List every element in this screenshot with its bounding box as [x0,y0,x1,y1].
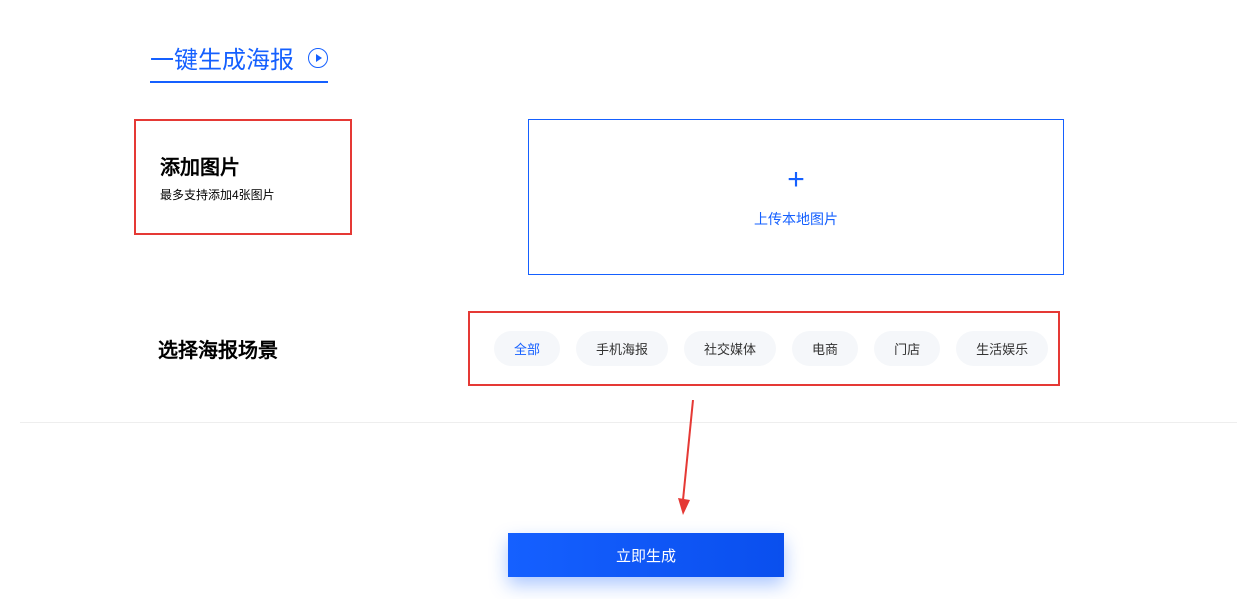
page-title-text: 一键生成海报 [150,40,294,75]
page-title-link[interactable]: 一键生成海报 [150,40,328,83]
scene-tab-social-media[interactable]: 社交媒体 [684,331,776,366]
scene-tab-entertainment[interactable]: 生活娱乐 [956,331,1048,366]
add-image-title: 添加图片 [160,151,326,180]
upload-local-image-button[interactable]: + 上传本地图片 [528,119,1064,275]
scene-tab-ecommerce[interactable]: 电商 [792,331,858,366]
scene-tab-store[interactable]: 门店 [874,331,940,366]
scene-tab-all[interactable]: 全部 [494,331,560,366]
play-circle-icon [308,48,328,68]
add-image-panel: 添加图片 最多支持添加4张图片 [134,119,352,235]
upload-label: 上传本地图片 [754,209,838,229]
plus-icon: + [787,165,805,195]
generate-button[interactable]: 立即生成 [508,533,784,577]
divider [20,422,1237,423]
scene-tabs-container: 全部 手机海报 社交媒体 电商 门店 生活娱乐 [468,311,1060,386]
scene-section-title: 选择海报场景 [158,334,278,363]
scene-tab-mobile-poster[interactable]: 手机海报 [576,331,668,366]
generate-button-label: 立即生成 [616,545,676,566]
add-image-subtitle: 最多支持添加4张图片 [160,186,326,203]
